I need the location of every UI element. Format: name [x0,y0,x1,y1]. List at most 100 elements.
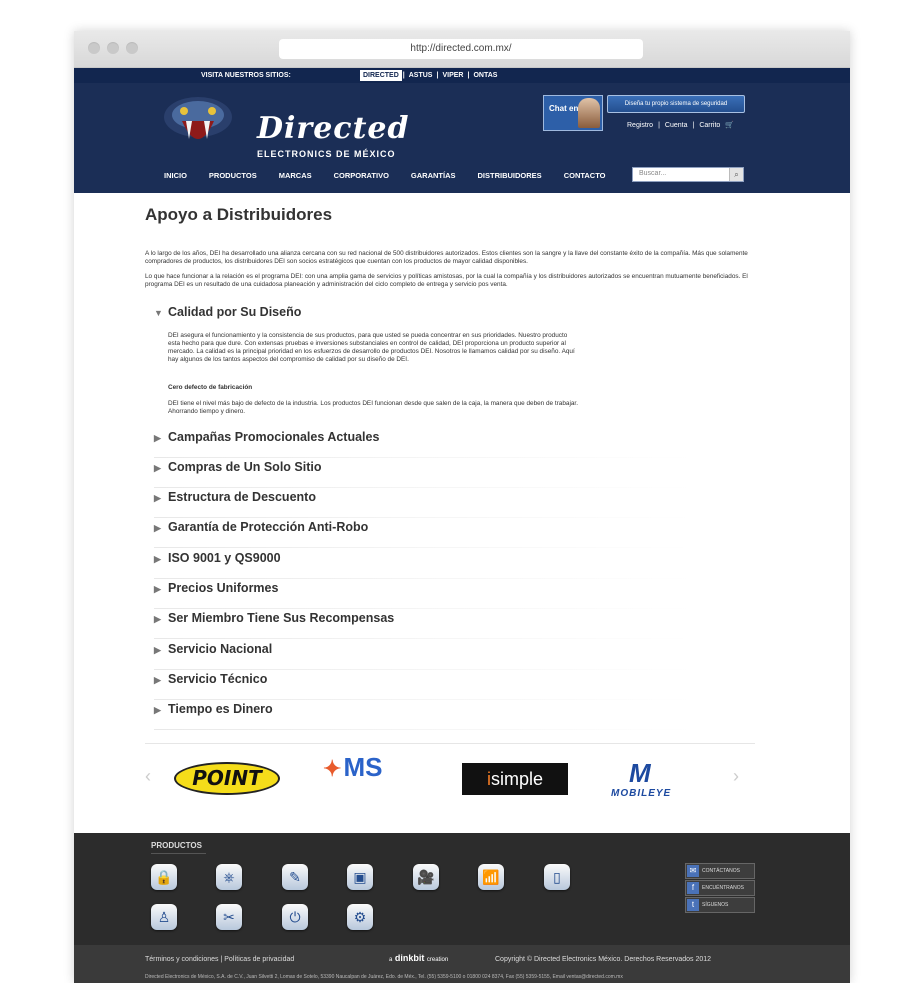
copyright-text: Copyright © Directed Electronics México.… [495,956,712,963]
steering-icon[interactable]: ⎈ [216,864,242,890]
carousel-next-icon[interactable]: › [733,766,739,787]
live-chat-button[interactable]: Chat en Vivo [543,95,603,131]
accordion-item[interactable]: ▶ Compras de Un Solo Sitio [154,458,694,488]
brand-logo-ms[interactable]: ✦MS [323,752,382,783]
contact-button[interactable]: ✉ CONTÁCTANOS [685,863,755,879]
nav-item-inicio[interactable]: INICIO [164,171,187,180]
sites-label: VISITA NUESTROS SITIOS: [201,72,291,79]
site-link-ontas[interactable]: ONTAS [470,70,500,81]
dinkbit-credit[interactable]: a dinkbit creation [389,953,448,963]
user-links: Registro | Cuenta | Carrito 🛒 [627,121,734,130]
accordion-title: Servicio Técnico [168,672,268,686]
chat-bubble-icon: ✉ [687,865,699,877]
site-link-directed[interactable]: DIRECTED [360,70,402,81]
page-title: Apoyo a Distribuidores [145,205,333,224]
chevron-down-icon: ▼ [154,308,163,318]
register-link[interactable]: Registro [627,122,653,129]
accordion-title: Compras de Un Solo Sitio [168,460,322,474]
accordion-item[interactable]: ▶ Servicio Nacional [154,640,694,670]
credit-suffix: creation [426,957,449,963]
directed-logo[interactable]: Directed ELECTRONICS DE MÉXICO [162,93,409,163]
accordion-item[interactable]: ▶ Ser Miembro Tiene Sus Recompensas [154,609,694,639]
divider [154,547,694,548]
accordion-item[interactable]: ▶ Tiempo es Dinero [154,700,694,730]
accordion-item[interactable]: ▶ Servicio Técnico [154,670,694,700]
remote-icon[interactable]: ▣ [347,864,373,890]
nav-item-marcas[interactable]: MARCAS [279,171,312,180]
design-system-button[interactable]: Diseña tu propio sistema de seguridad [607,95,745,113]
accordion-title: Calidad por Su Diseño [168,305,302,319]
chevron-right-icon: ▶ [154,493,161,503]
brand-logo-mobileye[interactable]: M MOBILEYE [611,758,713,800]
window-maximize-dot[interactable] [126,42,138,54]
accordion-subheading: Cero defecto de fabricación [168,384,253,391]
separator: | [692,121,695,129]
brand-logo-isimple[interactable]: isimple [462,763,568,795]
gears-icon[interactable]: ⚙ [347,904,373,930]
separator: | [658,121,660,129]
nav-item-contacto[interactable]: CONTACTO [564,171,606,180]
social-label: SÍGUENOS [702,902,729,908]
cart-icon[interactable]: 🛒 [725,121,734,129]
lock-icon[interactable]: 🔒 [151,864,177,890]
accordion-item[interactable]: ▶ Garantía de Protección Anti-Robo [154,518,694,548]
window-close-dot[interactable] [88,42,100,54]
ms-mark-icon: ✦ [323,756,342,781]
accordion-title: Tiempo es Dinero [168,702,273,716]
facebook-button[interactable]: f ENCUÉNTRANOS [685,880,755,896]
search-input[interactable]: Buscar... ⌕ [632,167,744,182]
brand-logo-point[interactable]: POINT [174,762,280,795]
isimple-logo-text: simple [490,769,543,789]
accordion-title: Precios Uniformes [168,581,279,595]
viper-snake-icon [164,97,232,139]
accordion-item[interactable]: ▶ ISO 9001 y QS9000 [154,549,694,579]
seat-icon[interactable]: ♙ [151,904,177,930]
cart-link[interactable]: Carrito [699,122,720,129]
browser-window: http://directed.com.mx/ VISITA NUESTROS … [74,31,850,983]
intro-paragraph-1: A lo largo de los años, DEI ha desarroll… [145,250,748,265]
footer-bottom-bar: Términos y condiciones | Políticas de pr… [74,945,850,983]
brand-subtitle: ELECTRONICS DE MÉXICO [257,149,396,159]
twitter-button[interactable]: t SÍGUENOS [685,897,755,913]
ipod-icon[interactable]: ▯ [544,864,570,890]
usb-icon[interactable]: ✎ [282,864,308,890]
nav-item-garantias[interactable]: GARANTÍAS [411,171,456,180]
accordion-sub-body: DEI tiene el nivel más bajo de defecto d… [168,400,578,415]
tools-icon[interactable]: ✂ [216,904,242,930]
divider [154,729,694,730]
accordion-item[interactable]: ▶ Precios Uniformes [154,579,694,609]
carousel-prev-icon[interactable]: ‹ [145,766,151,787]
signal-icon[interactable]: 📶 [478,864,504,890]
account-link[interactable]: Cuenta [665,122,688,129]
search-placeholder: Buscar... [639,170,667,177]
address-bar[interactable]: http://directed.com.mx/ [279,39,643,59]
search-icon[interactable]: ⌕ [729,168,743,181]
ms-logo-text: MS [343,752,383,782]
nav-item-corporativo[interactable]: CORPORATIVO [334,171,389,180]
chevron-right-icon: ▶ [154,675,161,685]
site-link-viper[interactable]: VIPER [439,70,466,81]
facebook-icon: f [687,882,699,894]
main-nav: INICIO PRODUCTOS MARCAS CORPORATIVO GARA… [164,171,628,180]
camera-icon[interactable]: 🎥 [413,864,439,890]
site-link-astus[interactable]: ASTUS [406,70,436,81]
accordion-item-open[interactable]: ▼ Calidad por Su Diseño [154,303,301,321]
brand-wordmark: Directed [257,111,410,146]
site-header: Directed ELECTRONICS DE MÉXICO Chat en V… [74,83,850,193]
chevron-right-icon: ▶ [154,463,161,473]
browser-chrome: http://directed.com.mx/ [74,31,850,68]
legal-links[interactable]: Términos y condiciones | Políticas de pr… [145,956,294,963]
chevron-right-icon: ▶ [154,705,161,715]
chevron-right-icon: ▶ [154,433,161,443]
twitter-icon: t [687,899,699,911]
chevron-right-icon: ▶ [154,645,161,655]
company-address: Directed Electronics de México, S.A. de … [145,974,623,980]
window-minimize-dot[interactable] [107,42,119,54]
power-icon[interactable]: ⏻ [282,904,308,930]
accordion-item[interactable]: ▶ Estructura de Descuento [154,488,694,518]
nav-item-distribuidores[interactable]: DISTRIBUIDORES [478,171,542,180]
chevron-right-icon: ▶ [154,554,161,564]
accordion-item[interactable]: ▶ Campañas Promocionales Actuales [154,428,694,458]
accordion-title: Ser Miembro Tiene Sus Recompensas [168,611,395,625]
nav-item-productos[interactable]: PRODUCTOS [209,171,257,180]
